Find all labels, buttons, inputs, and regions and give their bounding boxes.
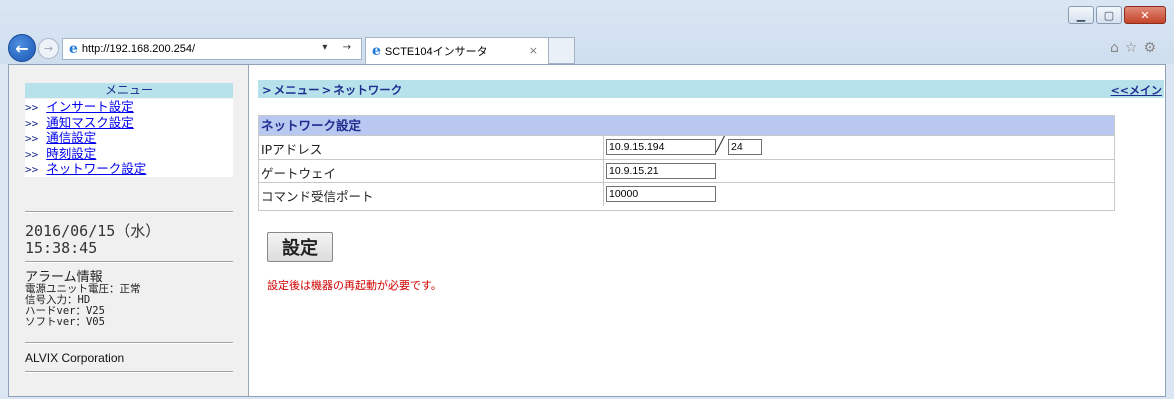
- command-port-input[interactable]: 10000: [606, 186, 716, 202]
- command-port-row: コマンド受信ポート 10000: [259, 182, 1114, 206]
- divider: [25, 211, 233, 213]
- ie-logo-icon: e: [69, 41, 78, 57]
- ip-address-row: IPアドレス 10.9.15.194 ╱ 24: [259, 135, 1114, 159]
- tab-title: SCTE104インサータ: [384, 46, 488, 58]
- maximize-button[interactable]: ▢: [1096, 6, 1122, 24]
- menu-link-comm[interactable]: 通信設定: [46, 130, 96, 145]
- settings-gear-icon[interactable]: ⚙: [1143, 40, 1162, 56]
- alarm-info: アラーム情報 電源ユニット電圧：正常 信号入力：HD ハードver：V25 ソフ…: [25, 271, 141, 328]
- reboot-warning: 設定後は機器の再起動が必要です。: [267, 279, 442, 292]
- browser-toolbar-icons: ⌂☆⚙: [1110, 40, 1162, 56]
- menu-item-network[interactable]: >> ネットワーク設定: [25, 161, 233, 177]
- breadcrumb-network: ネットワーク: [333, 83, 403, 97]
- menu-link-time[interactable]: 時刻設定: [46, 146, 96, 161]
- sidebar: メニュー >> インサート設定 >> 通知マスク設定 >> 通信設定 >> 時刻設定 >…: [9, 65, 249, 396]
- tab-close-icon[interactable]: ×: [529, 44, 538, 57]
- value-cell: 10.9.15.194 ╱ 24: [603, 136, 1114, 159]
- favorites-star-icon[interactable]: ☆: [1125, 40, 1144, 56]
- forward-button[interactable]: →: [38, 38, 59, 59]
- menu-arrow: >>: [25, 101, 39, 114]
- date-text: 2016/06/15（水）: [25, 222, 161, 240]
- divider: [25, 261, 233, 263]
- ip-address-input[interactable]: 10.9.15.194: [606, 139, 716, 155]
- corporation-name: ALVIX Corporation: [25, 351, 125, 365]
- value-cell: 10000: [603, 183, 1114, 206]
- menu-item-comm[interactable]: >> 通信設定: [25, 130, 233, 146]
- menu-item-time[interactable]: >> 時刻設定: [25, 146, 233, 162]
- address-dropdown-refresh-icon[interactable]: ▾ →: [322, 42, 357, 53]
- new-tab-button[interactable]: [549, 37, 575, 64]
- menu-arrow: >>: [25, 116, 39, 130]
- menu-link-notify-mask[interactable]: 通知マスク設定: [46, 115, 134, 130]
- menu-link-insert[interactable]: インサート設定: [46, 99, 134, 114]
- subnet-mask-input[interactable]: 24: [728, 139, 762, 155]
- menu-item-notify-mask[interactable]: >> 通知マスク設定: [25, 115, 233, 131]
- address-url[interactable]: http://192.168.200.254/: [82, 43, 195, 55]
- back-button[interactable]: ←: [8, 34, 36, 62]
- main-content: > メニュー > ネットワーク <<メイン ネットワーク設定 IPアドレス 10.9.…: [250, 65, 1165, 396]
- datetime: 2016/06/15（水） 15:38:45: [25, 223, 160, 257]
- forward-arrow-icon: →: [43, 42, 54, 55]
- menu-arrow: >>: [25, 147, 39, 161]
- minimize-button[interactable]: ▁: [1068, 6, 1094, 24]
- time-text: 15:38:45: [25, 239, 98, 257]
- divider: [25, 371, 233, 373]
- breadcrumb-sep: >: [321, 83, 332, 97]
- browser-titlebar: ▁ ▢ ✕ ← → e http://192.168.200.254/ ▾ → …: [0, 0, 1174, 64]
- value-cell: 10.9.15.21: [603, 159, 1114, 183]
- tab-ie-icon: e: [372, 43, 381, 59]
- menu-arrow: >>: [25, 132, 39, 145]
- home-icon[interactable]: ⌂: [1110, 40, 1125, 56]
- menu-item-insert[interactable]: >> インサート設定: [25, 99, 233, 115]
- breadcrumb-menu[interactable]: メニュー: [274, 83, 320, 97]
- gateway-label: ゲートウェイ: [261, 165, 337, 181]
- gateway-row: ゲートウェイ 10.9.15.21: [259, 158, 1114, 183]
- back-to-main-link[interactable]: <<メイン: [1111, 82, 1162, 98]
- address-bar[interactable]: e http://192.168.200.254/ ▾ →: [62, 38, 362, 60]
- breadcrumb-bar: > メニュー > ネットワーク <<メイン: [258, 80, 1164, 98]
- panel-title: ネットワーク設定: [259, 116, 1114, 135]
- network-settings-panel: ネットワーク設定 IPアドレス 10.9.15.194 ╱ 24 ゲートウェイ …: [258, 115, 1115, 211]
- breadcrumb: > メニュー > ネットワーク: [260, 82, 402, 98]
- menu-title: メニュー: [25, 83, 233, 98]
- set-button[interactable]: 設定: [267, 232, 333, 262]
- window-controls: ▁ ▢ ✕: [1066, 6, 1166, 24]
- breadcrumb-sep: >: [262, 83, 272, 97]
- software-version: ソフトver：V05: [25, 316, 105, 328]
- menu-link-network[interactable]: ネットワーク設定: [46, 161, 146, 176]
- close-window-button[interactable]: ✕: [1124, 6, 1166, 24]
- menu-list: >> インサート設定 >> 通知マスク設定 >> 通信設定 >> 時刻設定 >> ネットワ…: [25, 99, 233, 177]
- gateway-input[interactable]: 10.9.15.21: [606, 162, 716, 179]
- divider: [25, 342, 233, 344]
- page-content: メニュー >> インサート設定 >> 通知マスク設定 >> 通信設定 >> 時刻設定 >…: [8, 64, 1166, 397]
- back-arrow-icon: ←: [15, 38, 29, 58]
- browser-tab[interactable]: e SCTE104インサータ ×: [365, 37, 549, 64]
- slash-separator: ╱: [716, 137, 725, 153]
- ip-address-label: IPアドレス: [261, 142, 323, 157]
- command-port-label: コマンド受信ポート: [261, 189, 374, 204]
- menu-arrow: >>: [25, 163, 39, 176]
